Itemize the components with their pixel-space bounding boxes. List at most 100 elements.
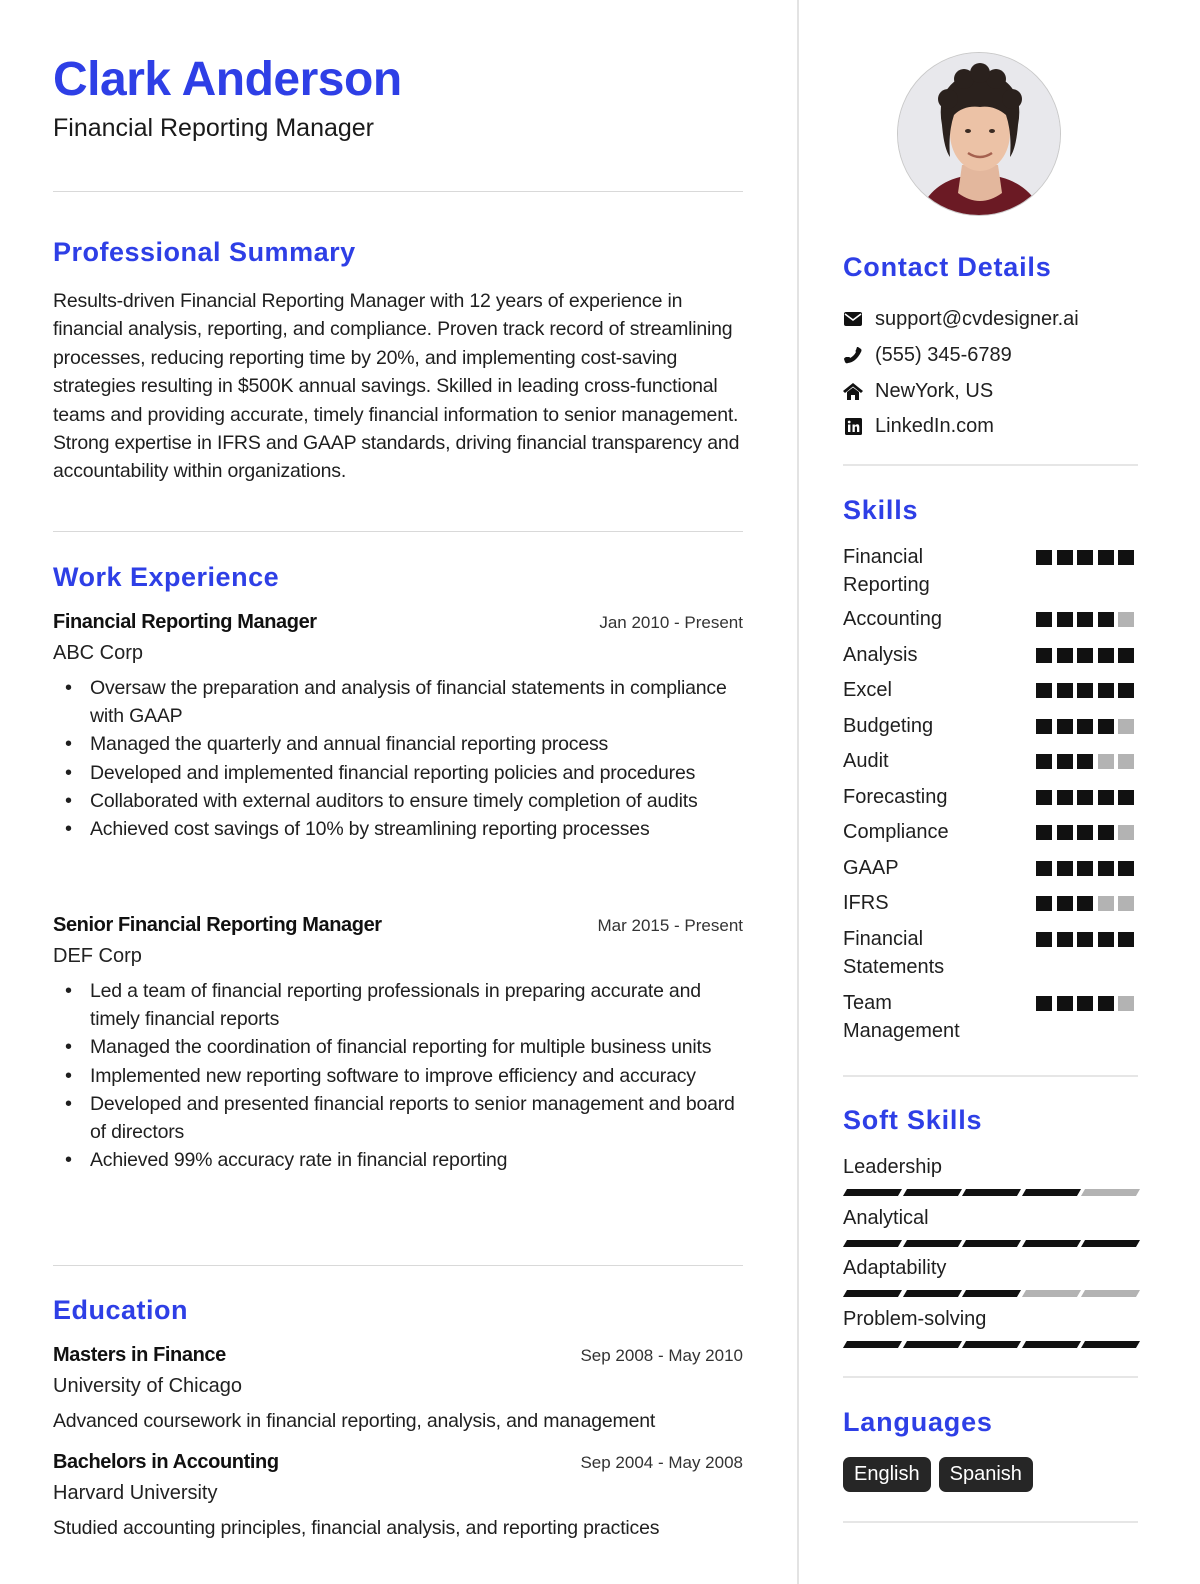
rating-bar-filled [962,1341,1021,1348]
soft-skills-heading: Soft Skills [843,1105,983,1135]
rating-square-filled [1118,683,1134,698]
contact-linkedin[interactable]: LinkedIn.com [843,412,994,440]
column-divider [797,0,799,1584]
education-date: Sep 2004 - May 2008 [580,1453,743,1472]
rating-square-empty [1118,612,1134,627]
skills-heading: Skills [843,495,919,525]
rating-bar-filled [842,1240,902,1247]
job-company: ABC Corp [53,642,144,664]
rating-bar-filled [902,1341,962,1348]
soft-skill-row: Analytical [842,1205,1140,1247]
rating-square-filled [1056,790,1073,805]
skill-name: IFRS [843,892,889,914]
contact-location: NewYork, US [843,377,993,405]
soft-skill-row: Problem-solving [842,1306,1140,1348]
school: Harvard University [53,1482,218,1504]
rating-square-filled [1077,683,1093,698]
rating-square-filled [1056,896,1073,911]
contact-linkedin-text: LinkedIn.com [875,414,994,437]
rating-square-filled [1077,550,1093,565]
contact-phone-text: (555) 345-6789 [875,343,1012,366]
skill-rating [1036,825,1134,840]
skill-name: Compliance [843,821,949,843]
skill-row: Audit [843,748,1138,776]
rating-square-filled [1118,861,1134,876]
divider [53,531,743,532]
skill-rating [1036,612,1134,627]
bullet-item: Developed and implemented financial repo… [53,759,743,787]
rating-square-filled [1118,550,1134,565]
rating-square-filled [1097,648,1114,663]
degree: Bachelors in Accounting [53,1451,279,1473]
skill-row: GAAP [843,855,1138,883]
rating-bar-filled [962,1189,1021,1196]
education-heading: Education [53,1295,189,1325]
soft-skill-name: Analytical [843,1207,929,1229]
job-title: Senior Financial Reporting Manager [53,914,382,936]
bullet-item: Managed the quarterly and annual financi… [53,730,743,758]
bullet-item: Developed and presented financial report… [53,1090,743,1146]
soft-skill-name: Leadership [843,1156,942,1178]
bullet-item: Managed the coordination of financial re… [53,1033,743,1061]
job-entry: Financial Reporting Manager Jan 2010 - P… [53,611,743,843]
linkedin-icon [843,416,863,436]
education-entry: Masters in Finance Sep 2008 - May 2010 U… [53,1344,743,1435]
rating-square-filled [1097,719,1114,734]
soft-skill-name: Adaptability [843,1257,947,1279]
skill-name: Forecasting [843,786,948,808]
rating-square-filled [1036,790,1052,805]
soft-skill-rating [842,1240,1140,1247]
education-description: Studied accounting principles, financial… [53,1517,660,1539]
rating-square-filled [1118,932,1134,947]
languages-list: English Spanish [843,1457,1033,1492]
skill-name: Accounting [843,608,942,630]
bullet-item: Oversaw the preparation and analysis of … [53,674,743,730]
rating-bar-filled [842,1290,902,1297]
skill-rating [1036,896,1134,911]
rating-square-filled [1056,550,1073,565]
rating-square-filled [1036,612,1052,627]
rating-square-filled [1077,612,1093,627]
rating-square-empty [1118,996,1134,1011]
rating-bar-filled [1021,1240,1081,1247]
soft-skill-row: Adaptability [842,1255,1140,1297]
bullet-item: Led a team of financial reporting profes… [53,977,743,1033]
rating-square-filled [1097,996,1114,1011]
rating-square-filled [1056,683,1073,698]
skill-name: GAAP [843,857,899,879]
education-description: Advanced coursework in financial reporti… [53,1410,656,1432]
degree: Masters in Finance [53,1344,226,1366]
contact-email-text: support@cvdesigner.ai [875,307,1079,330]
skill-row: Excel [843,677,1138,705]
job-bullets: Led a team of financial reporting profes… [53,977,743,1175]
rating-square-filled [1118,790,1134,805]
rating-bar-filled [842,1189,902,1196]
language-badge: Spanish [938,1457,1033,1492]
skill-row: Forecasting [843,784,1138,812]
phone-icon [843,345,863,365]
bullet-item: Implemented new reporting software to im… [53,1062,743,1090]
rating-square-filled [1036,996,1052,1011]
experience-heading: Work Experience [53,562,280,592]
summary-text: Results-driven Financial Reporting Manag… [53,290,740,483]
contact-phone[interactable]: (555) 345-6789 [843,341,1012,369]
rating-square-empty [1097,896,1114,911]
rating-square-filled [1097,932,1114,947]
rating-bar-empty [1081,1290,1140,1297]
rating-square-empty [1097,754,1114,769]
skill-name: Analysis [843,644,918,666]
soft-skill-rating [842,1290,1140,1297]
job-title: Financial Reporting Manager [53,611,317,633]
education-entry: Bachelors in Accounting Sep 2004 - May 2… [53,1451,743,1542]
envelope-icon [843,309,863,329]
education-date: Sep 2008 - May 2010 [580,1346,743,1365]
rating-bar-filled [842,1341,902,1348]
divider [53,191,743,192]
languages-heading: Languages [843,1407,993,1437]
rating-square-filled [1056,754,1073,769]
contact-location-text: NewYork, US [875,379,994,402]
rating-square-filled [1056,861,1073,876]
rating-square-filled [1097,550,1114,565]
contact-email[interactable]: support@cvdesigner.ai [843,305,1079,333]
skill-rating [1036,683,1134,698]
